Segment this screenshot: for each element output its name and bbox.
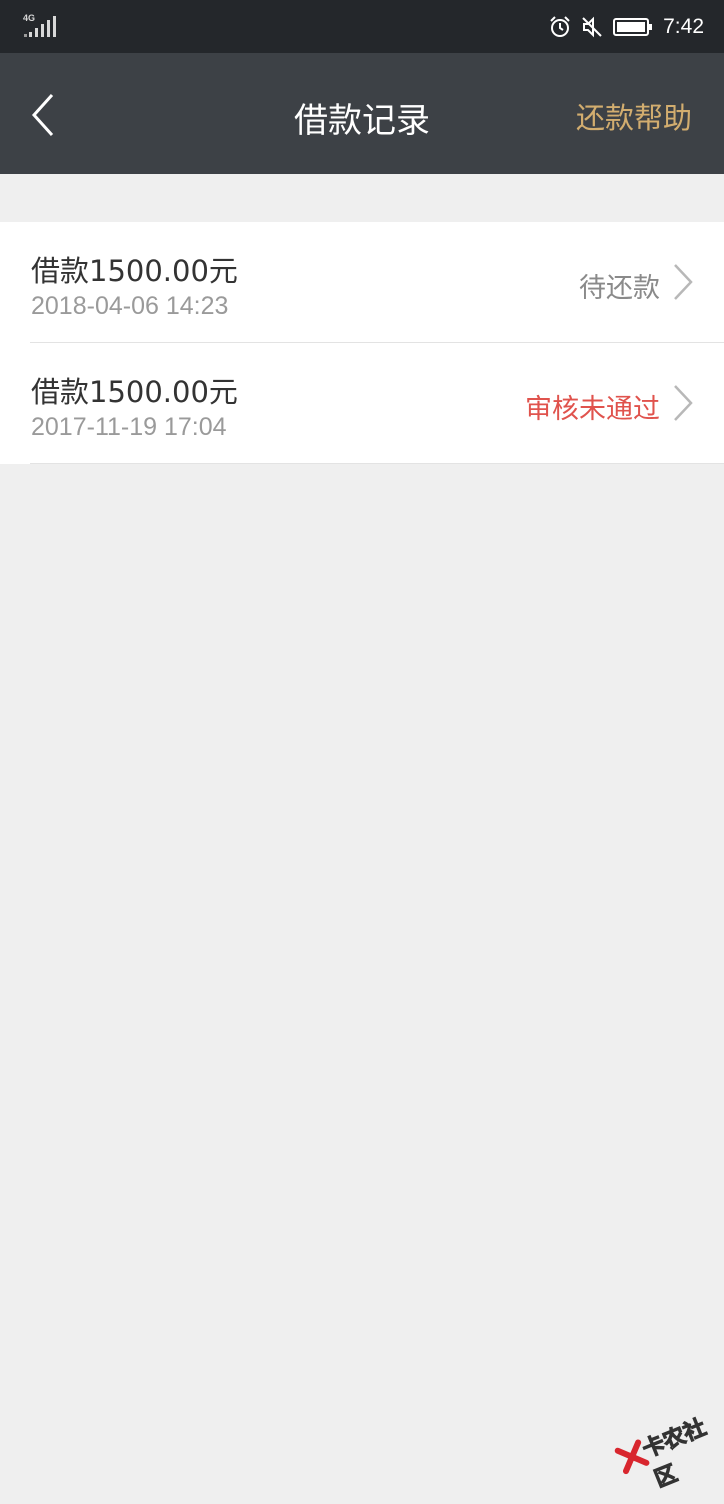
signal-icon: [24, 16, 56, 37]
back-button[interactable]: [18, 83, 68, 147]
watermark-text: 卡农社区: [639, 1415, 711, 1494]
record-title: 借款1500.00元: [31, 254, 238, 288]
record-date: 2018-04-06 14:23: [31, 292, 229, 320]
chevron-right-icon: [674, 385, 693, 421]
status-icons: 7:42: [549, 0, 704, 53]
chevron-left-icon: [31, 93, 54, 137]
mute-icon: [582, 16, 602, 37]
loan-records-list: 借款1500.00元 2018-04-06 14:23 待还款 借款1500.0…: [0, 222, 724, 464]
list-item[interactable]: 借款1500.00元 2018-04-06 14:23 待还款: [0, 222, 724, 342]
record-date: 2017-11-19 17:04: [31, 413, 227, 441]
record-status: 待还款: [579, 273, 660, 304]
list-divider: [30, 463, 724, 464]
record-title: 借款1500.00元: [31, 375, 238, 409]
record-status: 审核未通过: [525, 394, 660, 425]
status-bar: 4G 7:42: [0, 0, 724, 53]
repayment-help-link[interactable]: 还款帮助: [576, 95, 692, 137]
list-item[interactable]: 借款1500.00元 2017-11-19 17:04 审核未通过: [30, 342, 724, 463]
watermark-logo: 卡农社区: [604, 1389, 724, 1495]
alarm-icon: [550, 15, 570, 37]
clock-time: 7:42: [663, 14, 704, 38]
battery-icon: [613, 17, 653, 36]
network-status: 4G: [22, 13, 62, 40]
navigation-bar: 借款记录 还款帮助: [0, 53, 724, 174]
chevron-right-icon: [674, 264, 693, 300]
